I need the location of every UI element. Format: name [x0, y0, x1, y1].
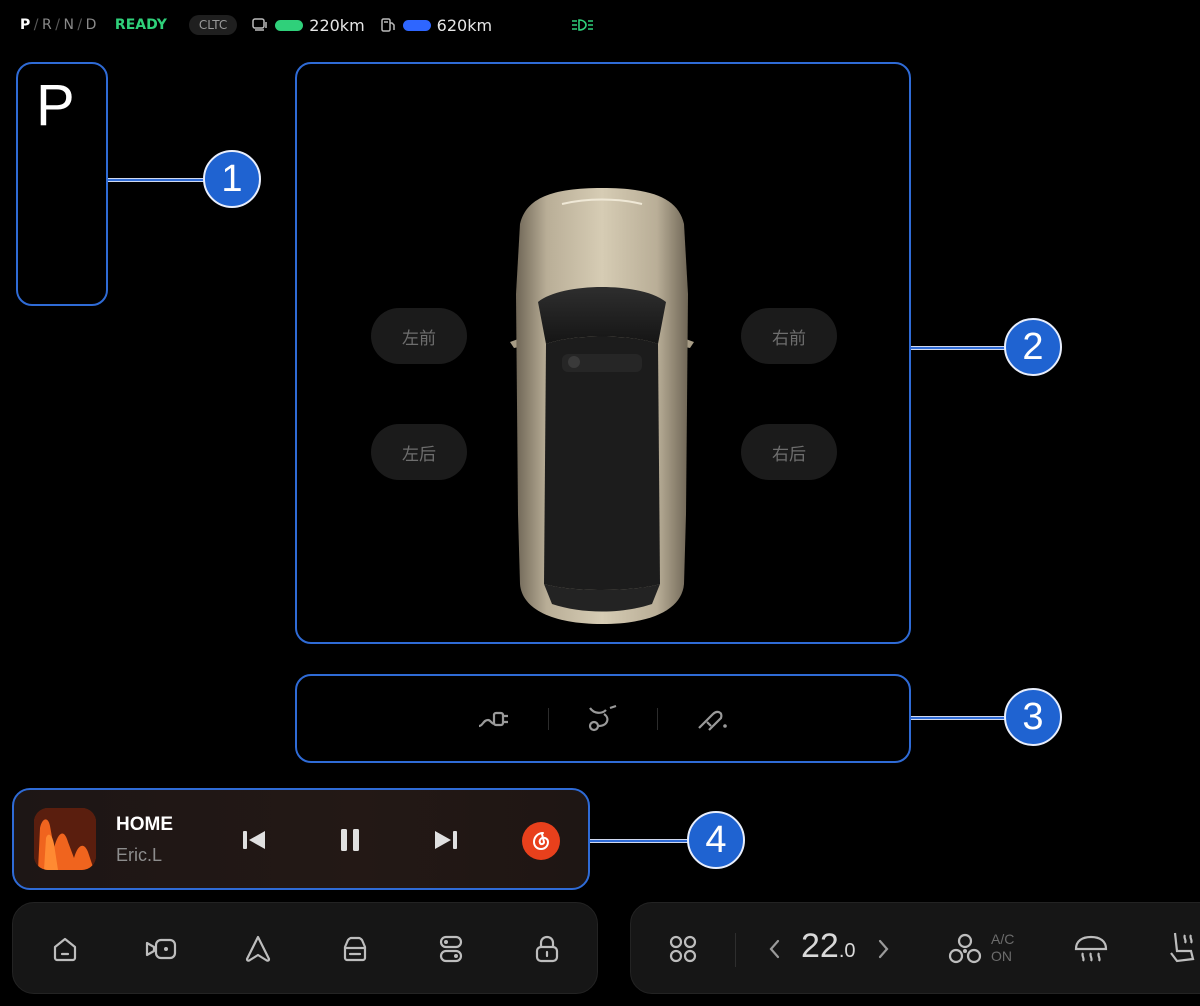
callout-line-3 [911, 716, 1007, 720]
fan-button[interactable] [947, 931, 983, 971]
electric-range: 220km [251, 15, 365, 35]
gear-indicator: P / R / N / D [20, 17, 97, 33]
seat-heat-button[interactable] [1167, 929, 1200, 971]
fuel-pump-icon [380, 18, 395, 32]
app-grid-icon [669, 935, 697, 963]
dock-divider [735, 933, 736, 967]
next-icon [435, 831, 457, 849]
gear-separator: / [33, 17, 39, 33]
ac-status[interactable]: A/C ON [991, 931, 1014, 965]
door-rear-right-button[interactable]: 右后 [741, 424, 837, 480]
status-bar: P / R / N / D READY CLTC 220km 620km [20, 14, 596, 36]
cltc-badge: CLTC [188, 15, 238, 35]
dock-navigation-button[interactable] [238, 929, 278, 969]
dock-lock-button[interactable] [527, 929, 567, 969]
defrost-button[interactable] [1073, 931, 1109, 969]
fan-icon [948, 933, 982, 964]
dock-controls-button[interactable] [431, 929, 471, 969]
callout-line-1 [108, 178, 206, 182]
callout-1: 1 [203, 150, 261, 208]
ac-label-line2: ON [991, 948, 1012, 964]
callout-3: 3 [1004, 688, 1062, 746]
gear-panel[interactable]: P [16, 62, 108, 306]
netease-music-icon [532, 832, 550, 851]
home-icon [53, 937, 77, 962]
bottom-dock [12, 902, 598, 994]
song-artist: Eric.L [116, 845, 163, 865]
callout-line-2 [911, 346, 1007, 350]
temperature-up-icon[interactable] [875, 937, 891, 961]
charge-plug-button[interactable] [440, 706, 548, 732]
previous-icon [243, 831, 265, 849]
door-rear-left-button[interactable]: 左后 [371, 424, 467, 480]
gear-n: N [63, 17, 75, 33]
charge-cable-icon [588, 704, 617, 731]
gear-separator: / [77, 17, 83, 33]
temperature-display: 22.0 [801, 927, 856, 966]
temperature-down-icon[interactable] [767, 937, 783, 961]
battery-range-icon [252, 18, 268, 31]
charge-plug-icon [478, 711, 508, 727]
temperature-decimal: .0 [838, 940, 856, 962]
vehicle-icon [343, 936, 367, 962]
electric-range-value: 220km [309, 15, 365, 35]
fuel-level-bar [402, 19, 431, 31]
previous-button[interactable] [236, 822, 272, 858]
callout-2: 2 [1004, 318, 1062, 376]
dock-home-button[interactable] [45, 929, 85, 969]
pause-button[interactable] [332, 822, 368, 858]
callout-line-4 [590, 839, 690, 843]
temperature-integer: 22 [801, 927, 839, 965]
charge-cable-button[interactable] [549, 704, 657, 734]
fuel-range: 620km [379, 16, 492, 35]
music-app-button[interactable] [522, 822, 560, 860]
app-grid-button[interactable] [667, 933, 699, 969]
pause-icon [341, 829, 359, 851]
dock-vehicle-button[interactable] [335, 929, 375, 969]
dock-camera-button[interactable] [141, 929, 181, 969]
gear-d: D [85, 17, 97, 33]
charging-controls-panel [295, 674, 911, 763]
vehicle-door-panel: 左前 左后 右前 右后 [295, 62, 911, 644]
climate-dock: 22.0 A/C ON [630, 902, 1200, 994]
fuel-range-value: 620km [436, 15, 493, 35]
charge-nozzle-button[interactable] [658, 704, 766, 734]
callout-4: 4 [687, 811, 745, 869]
position-lamp-icon [572, 19, 594, 31]
vehicle-top-view-image [510, 188, 694, 624]
lock-icon [535, 935, 559, 963]
gear-separator: / [55, 17, 61, 33]
door-front-right-button[interactable]: 右前 [741, 308, 837, 364]
gear-r: R [41, 17, 53, 33]
album-cover[interactable] [34, 808, 96, 870]
camera-icon [145, 938, 177, 960]
door-front-left-button[interactable]: 左前 [371, 308, 467, 364]
seat-heat-icon [1170, 932, 1195, 963]
ac-label-line1: A/C [991, 931, 1015, 947]
next-button[interactable] [428, 822, 464, 858]
current-gear-letter: P [36, 73, 75, 138]
battery-level-bar [275, 19, 304, 31]
charge-nozzle-icon [698, 710, 727, 731]
gear-p: P [20, 17, 31, 33]
song-title: HOME [116, 814, 173, 835]
ready-status: READY [114, 17, 167, 33]
charging-controls-row [297, 676, 909, 761]
media-player[interactable]: HOME Eric.L [12, 788, 590, 890]
controls-icon [439, 935, 463, 963]
album-art-image [34, 808, 96, 870]
navigation-icon [245, 935, 271, 962]
front-defrost-icon [1074, 935, 1108, 962]
